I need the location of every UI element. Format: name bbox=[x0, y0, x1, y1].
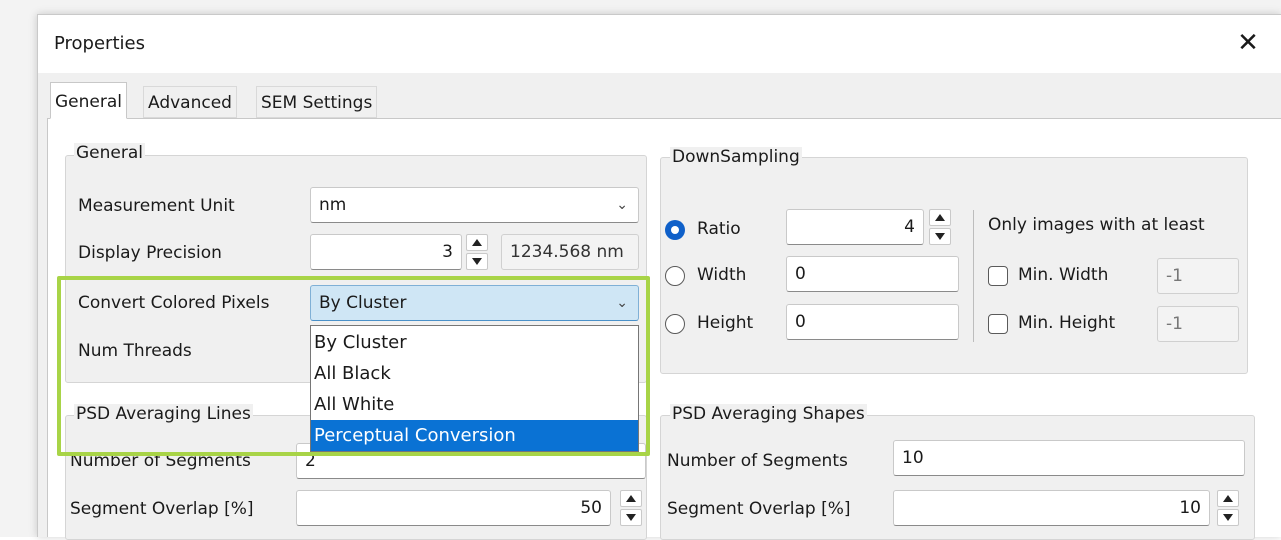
shapes-number-of-segments-field[interactable]: 10 bbox=[893, 440, 1245, 476]
shapes-segment-overlap-label: Segment Overlap [%] bbox=[667, 499, 851, 519]
width-radio[interactable] bbox=[665, 266, 685, 286]
convert-colored-pixels-label: Convert Colored Pixels bbox=[78, 293, 270, 313]
lines-segment-overlap-field[interactable]: 50 bbox=[296, 490, 611, 526]
spin-up-icon[interactable] bbox=[929, 209, 951, 226]
min-width-field[interactable]: -1 bbox=[1157, 258, 1239, 294]
only-images-label: Only images with at least bbox=[988, 215, 1205, 235]
shapes-segment-overlap-spinner[interactable] bbox=[1217, 490, 1239, 526]
min-height-label: Min. Height bbox=[1018, 313, 1116, 333]
chevron-down-icon: ⌄ bbox=[616, 197, 628, 213]
option-all-black[interactable]: All Black bbox=[311, 358, 638, 389]
psd-averaging-shapes-legend: PSD Averaging Shapes bbox=[670, 404, 867, 424]
general-group-legend: General bbox=[74, 143, 145, 163]
ratio-label: Ratio bbox=[697, 219, 741, 239]
lines-number-of-segments-label: Number of Segments bbox=[70, 451, 251, 471]
min-width-label: Min. Width bbox=[1018, 265, 1109, 285]
spin-down-icon[interactable] bbox=[929, 228, 951, 245]
spin-down-icon[interactable] bbox=[466, 253, 488, 270]
measurement-unit-combo[interactable]: nm ⌄ bbox=[310, 187, 639, 223]
spin-down-icon[interactable] bbox=[620, 509, 642, 526]
shapes-number-of-segments-label: Number of Segments bbox=[667, 451, 848, 471]
display-precision-label: Display Precision bbox=[78, 243, 222, 263]
spin-up-icon[interactable] bbox=[1217, 490, 1239, 507]
convert-colored-pixels-combo[interactable]: By Cluster ⌄ bbox=[310, 285, 639, 321]
spin-up-icon[interactable] bbox=[620, 490, 642, 507]
tab-sem-settings[interactable]: SEM Settings bbox=[256, 86, 378, 118]
psd-averaging-lines-legend: PSD Averaging Lines bbox=[74, 404, 253, 424]
display-precision-spinner[interactable] bbox=[466, 234, 488, 270]
lines-segment-overlap-spinner[interactable] bbox=[620, 490, 642, 526]
spin-up-icon[interactable] bbox=[466, 234, 488, 251]
option-all-white[interactable]: All White bbox=[311, 389, 638, 420]
measurement-unit-label: Measurement Unit bbox=[78, 196, 235, 216]
separator bbox=[973, 210, 974, 342]
height-label: Height bbox=[697, 313, 754, 333]
ratio-spinner[interactable] bbox=[929, 209, 951, 245]
convert-colored-pixels-dropdown: By Cluster All Black All White Perceptua… bbox=[310, 325, 639, 452]
ratio-field[interactable]: 4 bbox=[786, 209, 924, 245]
min-height-field[interactable]: -1 bbox=[1157, 306, 1239, 342]
chevron-down-icon: ⌄ bbox=[616, 295, 628, 311]
tab-general[interactable]: General bbox=[50, 82, 127, 119]
measurement-unit-value: nm bbox=[319, 195, 347, 215]
dialog-title: Properties bbox=[54, 33, 145, 54]
ratio-radio[interactable] bbox=[665, 220, 685, 240]
spin-down-icon[interactable] bbox=[1217, 509, 1239, 526]
convert-colored-pixels-value: By Cluster bbox=[319, 293, 407, 313]
option-perceptual-conversion[interactable]: Perceptual Conversion bbox=[311, 420, 638, 451]
downsampling-group-legend: DownSampling bbox=[670, 147, 802, 167]
display-precision-preview: 1234.568 nm bbox=[501, 234, 639, 270]
title-bar bbox=[38, 15, 1281, 73]
min-width-checkbox[interactable] bbox=[988, 266, 1008, 286]
width-field[interactable]: 0 bbox=[786, 256, 959, 292]
display-precision-field[interactable]: 3 bbox=[310, 234, 462, 270]
option-by-cluster[interactable]: By Cluster bbox=[311, 327, 638, 358]
height-radio[interactable] bbox=[665, 314, 685, 334]
lines-segment-overlap-label: Segment Overlap [%] bbox=[70, 499, 254, 519]
num-threads-label: Num Threads bbox=[78, 341, 192, 361]
shapes-segment-overlap-field[interactable]: 10 bbox=[893, 490, 1210, 526]
close-icon[interactable]: ✕ bbox=[1233, 28, 1263, 58]
min-height-checkbox[interactable] bbox=[988, 314, 1008, 334]
height-field[interactable]: 0 bbox=[786, 304, 959, 340]
tab-advanced[interactable]: Advanced bbox=[143, 86, 237, 118]
width-label: Width bbox=[697, 265, 747, 285]
